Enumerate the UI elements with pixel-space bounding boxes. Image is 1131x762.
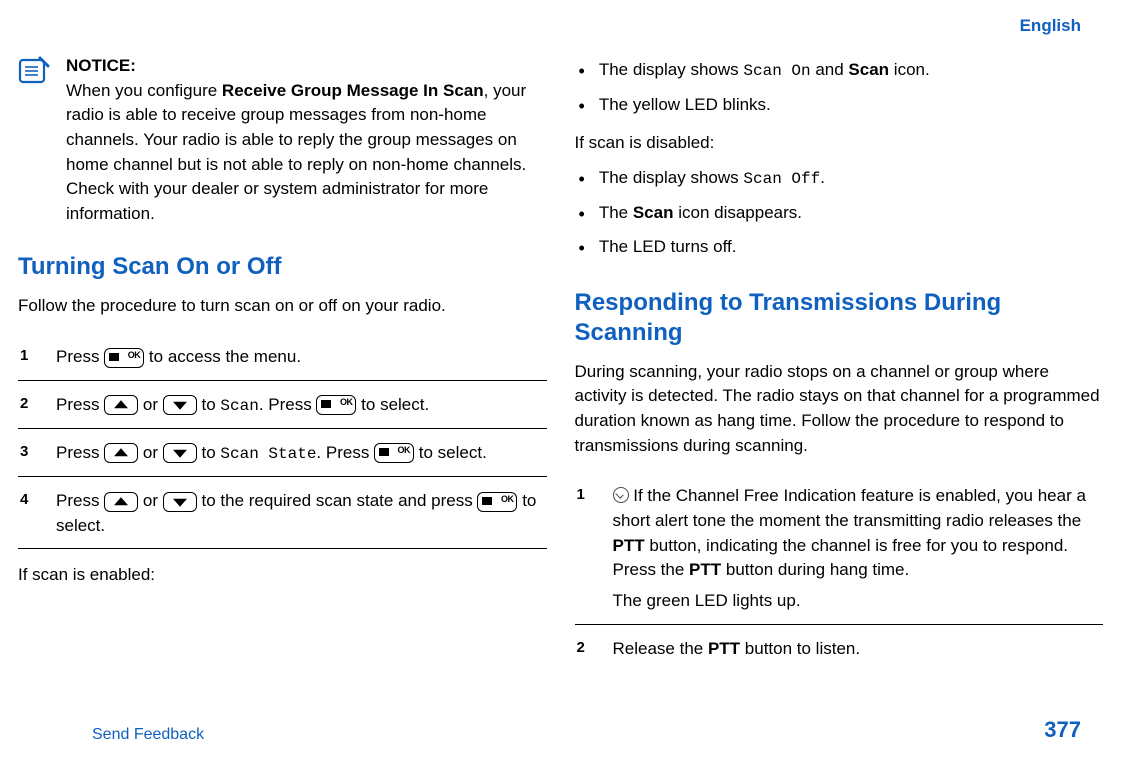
bullet-icon [579, 58, 585, 85]
send-feedback-link[interactable]: Send Feedback [92, 723, 204, 746]
step-1: 1 If the Channel Free Indication feature… [575, 472, 1104, 624]
step-body: Press or to Scan State. Press to select. [56, 441, 545, 468]
notice-label: NOTICE: [66, 56, 136, 75]
section2-intro: During scanning, your radio stops on a c… [575, 360, 1104, 459]
left-column: NOTICE: When you configure Receive Group… [18, 54, 547, 700]
step-body: Release the PTT button to listen. [613, 637, 1102, 664]
list-item: The yellow LED blinks. [579, 93, 1104, 120]
step-4: 4 Press or to the required scan state an… [18, 477, 547, 549]
bullet-icon [579, 235, 585, 262]
step-body: Press to access the menu. [56, 345, 545, 372]
page-footer: Send Feedback 377 [0, 714, 1131, 746]
document-page: English NOTICE: When you configure Recei… [0, 0, 1131, 762]
language-label: English [1020, 14, 1081, 39]
list-item: The display shows Scan Off. [579, 166, 1104, 193]
notice-body: NOTICE: When you configure Receive Group… [66, 54, 547, 226]
ok-button-icon [477, 492, 517, 512]
section-heading-scan-onoff: Turning Scan On or Off [18, 252, 547, 282]
step-number: 4 [20, 489, 40, 540]
up-button-icon [104, 492, 138, 512]
notice-text-pre: When you configure [66, 81, 222, 100]
ok-button-icon [104, 348, 144, 368]
list-item: The LED turns off. [579, 235, 1104, 262]
disabled-list: The display shows Scan Off. The Scan ico… [575, 166, 1104, 262]
up-button-icon [104, 443, 138, 463]
bullet-icon [579, 93, 585, 120]
scan-enabled-label: If scan is enabled: [18, 563, 547, 588]
notice-text-post: , your radio is able to receive group me… [66, 81, 526, 223]
step-2: 2 Release the PTT button to listen. [575, 625, 1104, 672]
enabled-list: The display shows Scan On and Scan icon.… [575, 58, 1104, 119]
scan-disabled-label: If scan is disabled: [575, 131, 1104, 156]
step-number: 2 [577, 637, 597, 664]
step-number: 1 [20, 345, 40, 372]
ok-button-icon [374, 443, 414, 463]
procedure-responding: 1 If the Channel Free Indication feature… [575, 472, 1104, 671]
notice-bold: Receive Group Message In Scan [222, 81, 484, 100]
section-heading-responding: Responding to Transmissions During Scann… [575, 288, 1104, 348]
notice-icon [18, 54, 54, 226]
down-button-icon [163, 395, 197, 415]
step-1: 1 Press to access the menu. [18, 333, 547, 381]
step-3: 3 Press or to Scan State. Press to selec… [18, 429, 547, 477]
step-number: 2 [20, 393, 40, 420]
content-columns: NOTICE: When you configure Receive Group… [18, 20, 1103, 700]
list-item: The Scan icon disappears. [579, 201, 1104, 228]
right-column: The display shows Scan On and Scan icon.… [575, 54, 1104, 700]
procedure-scan-onoff: 1 Press to access the menu. 2 Press [18, 333, 547, 549]
ok-button-icon [316, 395, 356, 415]
step-number: 3 [20, 441, 40, 468]
step-body: Press or to Scan. Press to select. [56, 393, 545, 420]
step-number: 1 [577, 484, 597, 615]
up-button-icon [104, 395, 138, 415]
step-body: Press or to the required scan state and … [56, 489, 545, 540]
step-2: 2 Press or to Scan. Press to select. [18, 381, 547, 429]
bullet-icon [579, 166, 585, 193]
bullet-icon [579, 201, 585, 228]
credential-icon [613, 487, 629, 503]
step-body: If the Channel Free Indication feature i… [613, 484, 1102, 615]
section1-intro: Follow the procedure to turn scan on or … [18, 294, 547, 319]
notice-block: NOTICE: When you configure Receive Group… [18, 54, 547, 226]
list-item: The display shows Scan On and Scan icon. [579, 58, 1104, 85]
down-button-icon [163, 443, 197, 463]
down-button-icon [163, 492, 197, 512]
page-number: 377 [1044, 714, 1081, 746]
